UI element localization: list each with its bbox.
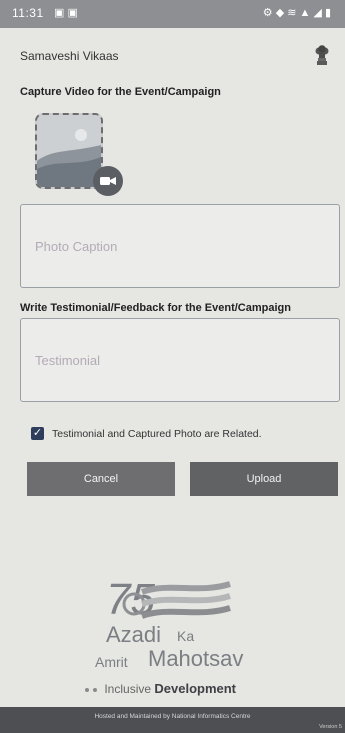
tagline-dot-icon <box>93 687 97 692</box>
status-bar: 11:31 ▣ ▣ ⚙ ◆ ≋ ▲ ◢ ▮ <box>0 0 345 28</box>
footer-hosted-text: Hosted and Maintained by National Inform… <box>94 713 251 720</box>
testimonial-section-title: Write Testimonial/Feedback for the Event… <box>20 302 291 314</box>
tagline-inclusive: Inclusive <box>104 682 152 696</box>
footer: Hosted and Maintained by National Inform… <box>0 707 345 733</box>
cancel-button[interactable]: Cancel <box>27 462 175 496</box>
video-camera-icon[interactable] <box>93 166 123 196</box>
photo-caption-input[interactable] <box>21 205 339 287</box>
video-section-title: Capture Video for the Event/Campaign <box>20 86 221 98</box>
tagline-development: Development <box>154 681 237 696</box>
national-emblem-icon <box>315 45 329 65</box>
related-checkbox[interactable]: ✓ <box>31 427 44 440</box>
tagline: Inclusive Development <box>85 681 236 696</box>
image-placeholder-icon <box>37 115 101 187</box>
logo-mahotsav-text: Mahotsav <box>148 646 244 671</box>
app-title: Samaveshi Vikaas <box>20 49 119 63</box>
tagline-dot-icon <box>85 687 89 692</box>
related-checkbox-label: Testimonial and Captured Photo are Relat… <box>52 428 262 440</box>
upload-button[interactable]: Upload <box>190 462 338 496</box>
logo-amrit-text: Amrit <box>95 654 128 670</box>
testimonial-input[interactable] <box>21 319 339 401</box>
logo-azadi-text: Azadi <box>106 622 162 647</box>
notification-icons: ▣ ▣ <box>54 7 78 19</box>
logo-ka-text: Ka <box>177 628 195 644</box>
photo-caption-field[interactable] <box>20 204 340 288</box>
testimonial-field[interactable] <box>20 318 340 402</box>
status-time: 11:31 <box>12 6 44 20</box>
footer-version: Version 5 <box>319 724 342 730</box>
system-status-icons: ⚙ ◆ ≋ ▲ ◢ ▮ <box>262 7 331 19</box>
app-bar: Samaveshi Vikaas <box>0 40 345 70</box>
